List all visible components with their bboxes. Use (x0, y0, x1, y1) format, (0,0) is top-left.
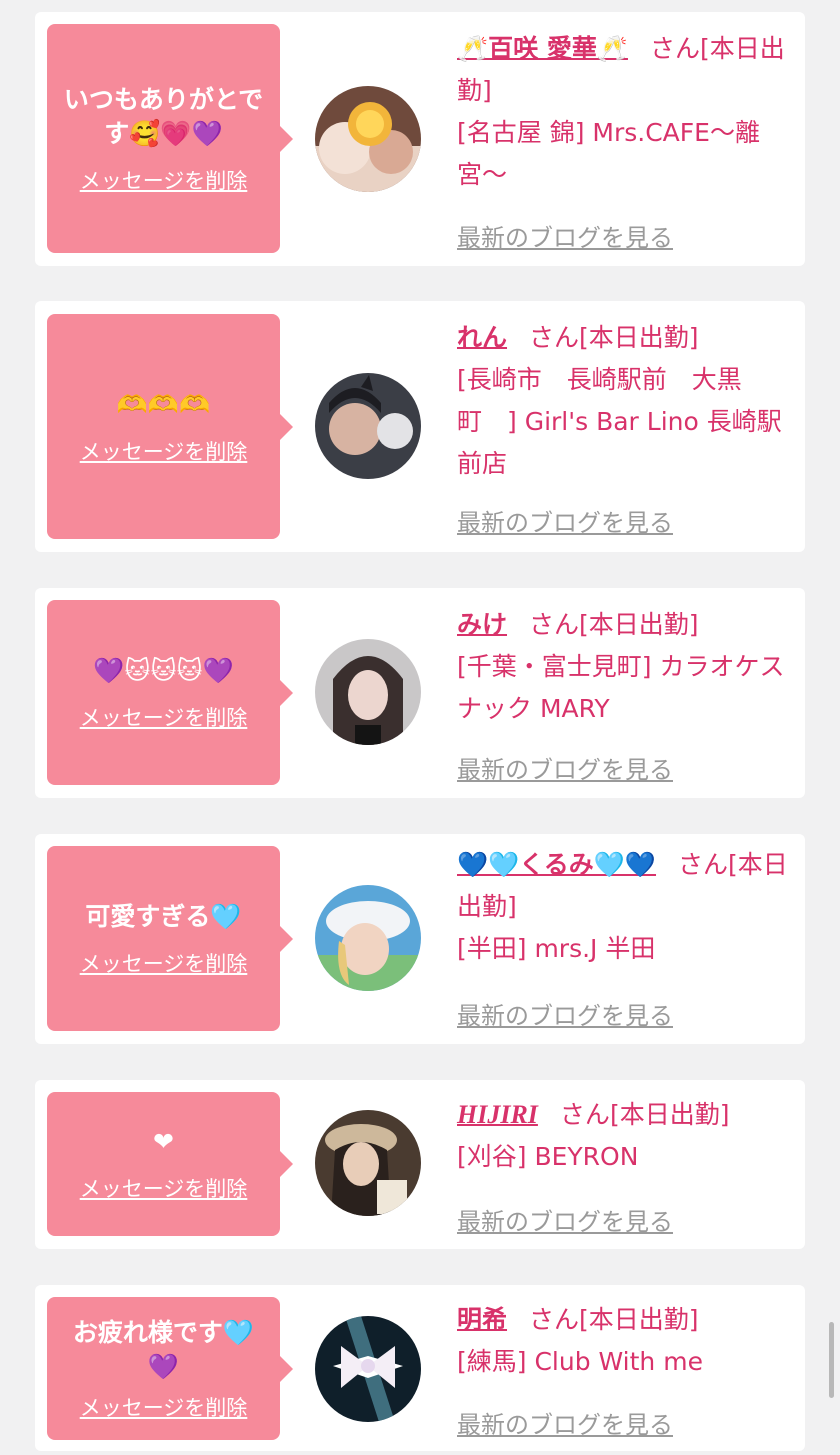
shop-name: [半田] mrs.J 半田 (457, 934, 656, 963)
honorific: さん (529, 323, 580, 352)
shop-name: [長崎市 長崎駅前 大黒町 ] Girl's Bar Lino 長崎駅前店 (457, 365, 782, 478)
delete-message-link[interactable]: メッセージを削除 (80, 702, 248, 732)
delete-message-link[interactable]: メッセージを削除 (80, 1392, 248, 1422)
view-latest-blog-link[interactable]: 最新のブログを見る (457, 503, 673, 538)
girl-name-link[interactable]: みけ (457, 610, 507, 639)
honorific: さん (649, 34, 700, 63)
view-latest-blog-link[interactable]: 最新のブログを見る (457, 1405, 673, 1440)
view-latest-blog-link[interactable]: 最新のブログを見る (457, 1202, 673, 1237)
name-line: れん さん[本日出勤] (457, 317, 797, 359)
girl-info: 💙🩵くるみ🩵💙 さん[本日出勤] [半田] mrs.J 半田 (457, 844, 797, 970)
work-status: [本日出勤] (579, 323, 699, 352)
delete-message-link[interactable]: メッセージを削除 (80, 436, 248, 466)
name-line: HIJIRI さん[本日出勤] (457, 1094, 797, 1136)
girl-info: 明希 さん[本日出勤] [練馬] Club With me (457, 1299, 797, 1383)
message-card: 可愛すぎる🩵 メッセージを削除 💙🩵くるみ🩵💙 さん[本日出勤] [半田] mrs… (35, 834, 805, 1044)
girl-name-link[interactable]: 💙🩵くるみ🩵💙 (457, 850, 656, 879)
work-status: [本日出勤] (579, 610, 699, 639)
message-card: お疲れ様です🩵💜 メッセージを削除 明希 さん[本日出勤] [練馬] Club W… (35, 1285, 805, 1451)
message-text: お疲れ様です🩵💜 (72, 1317, 255, 1381)
delete-message-link[interactable]: メッセージを削除 (80, 1173, 248, 1203)
name-line: みけ さん[本日出勤] (457, 604, 797, 646)
honorific: さん (529, 1305, 580, 1334)
view-latest-blog-link[interactable]: 最新のブログを見る (457, 996, 673, 1031)
message-card: いつもありがとです🥰💗💜 メッセージを削除 🥂百咲 愛華🥂 さん[本日出勤] [名… (35, 12, 805, 266)
message-bubble: 🫶🫶🫶 メッセージを削除 (47, 314, 293, 539)
message-bubble: 可愛すぎる🩵 メッセージを削除 (47, 846, 293, 1031)
message-text: 可愛すぎる🩵 (85, 901, 242, 931)
girl-info: みけ さん[本日出勤] [千葉・富士見町] カラオケスナック MARY (457, 604, 797, 730)
honorific: さん (559, 1100, 610, 1129)
girl-name-link[interactable]: 明希 (457, 1305, 507, 1334)
shop-name: [名古屋 錦] Mrs.CAFE〜離宮〜 (457, 118, 760, 189)
shop-name: [千葉・富士見町] カラオケスナック MARY (457, 652, 785, 723)
delete-message-link[interactable]: メッセージを削除 (80, 948, 248, 978)
shop-name: [刈谷] BEYRON (457, 1142, 639, 1171)
name-line: 💙🩵くるみ🩵💙 さん[本日出勤] (457, 844, 797, 928)
work-status: [本日出勤] (579, 1305, 699, 1334)
avatar[interactable] (315, 1110, 421, 1216)
message-bubble: 💜🐱🐱🐱💜 メッセージを削除 (47, 600, 293, 785)
message-text: ❤ (153, 1127, 174, 1156)
view-latest-blog-link[interactable]: 最新のブログを見る (457, 750, 673, 785)
name-line: 明希 さん[本日出勤] (457, 1299, 797, 1341)
avatar[interactable] (315, 639, 421, 745)
work-status: [本日出勤] (609, 1100, 730, 1129)
girl-info: HIJIRI さん[本日出勤] [刈谷] BEYRON (457, 1094, 797, 1178)
avatar[interactable] (315, 1316, 421, 1422)
girl-info: 🥂百咲 愛華🥂 さん[本日出勤] [名古屋 錦] Mrs.CAFE〜離宮〜 (457, 28, 797, 196)
scrollbar[interactable] (829, 1322, 834, 1398)
delete-message-link[interactable]: メッセージを削除 (80, 165, 248, 195)
message-text: いつもありがとです🥰💗💜 (63, 84, 264, 148)
avatar[interactable] (315, 86, 421, 192)
message-card: 💜🐱🐱🐱💜 メッセージを削除 みけ さん[本日出勤] [千葉・富士見町] カラオケ… (35, 588, 805, 798)
girl-name-link[interactable]: 🥂百咲 愛華🥂 (457, 34, 628, 63)
message-card: 🫶🫶🫶 メッセージを削除 れん さん[本日出勤] [長崎市 長崎駅前 大黒町 ] … (35, 301, 805, 552)
message-card: ❤ メッセージを削除 HIJIRI さん[本日出勤] [刈谷] BEYRON 最新… (35, 1080, 805, 1249)
message-bubble: いつもありがとです🥰💗💜 メッセージを削除 (47, 24, 293, 253)
honorific: さん (529, 610, 580, 639)
message-bubble: お疲れ様です🩵💜 メッセージを削除 (47, 1297, 293, 1440)
shop-name: [練馬] Club With me (457, 1347, 703, 1376)
avatar[interactable] (315, 373, 421, 479)
view-latest-blog-link[interactable]: 最新のブログを見る (457, 218, 673, 253)
message-text: 🫶🫶🫶 (116, 389, 211, 419)
honorific: さん (678, 850, 729, 879)
avatar[interactable] (315, 885, 421, 991)
message-bubble: ❤ メッセージを削除 (47, 1092, 293, 1236)
name-line: 🥂百咲 愛華🥂 さん[本日出勤] (457, 28, 797, 112)
girl-name-link[interactable]: れん (457, 323, 507, 352)
girl-info: れん さん[本日出勤] [長崎市 長崎駅前 大黒町 ] Girl's Bar Li… (457, 317, 797, 485)
message-text: 💜🐱🐱🐱💜 (93, 655, 234, 685)
girl-name-link[interactable]: HIJIRI (457, 1100, 538, 1129)
